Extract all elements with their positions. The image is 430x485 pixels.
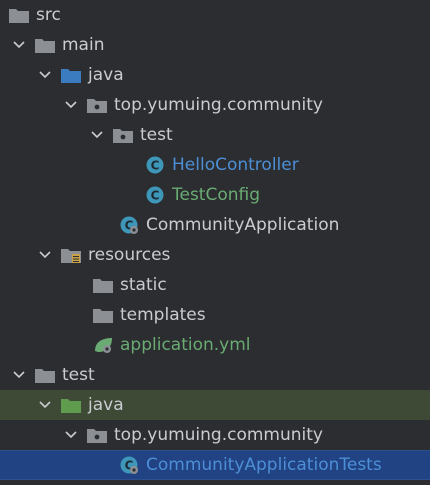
chevron-down-icon[interactable] bbox=[10, 36, 28, 54]
svg-text:C: C bbox=[151, 189, 160, 203]
source-folder-icon bbox=[60, 65, 82, 85]
tree-node-package-test[interactable]: test bbox=[0, 120, 430, 150]
package-icon bbox=[112, 125, 134, 145]
chevron-down-icon[interactable] bbox=[36, 396, 54, 414]
tree-node-test[interactable]: test bbox=[0, 360, 430, 390]
tree-node-label: CommunityApplication bbox=[146, 215, 340, 235]
folder-icon bbox=[8, 5, 30, 25]
chevron-down-icon[interactable] bbox=[88, 126, 106, 144]
svg-text:C: C bbox=[151, 159, 160, 173]
tree-node-package-test-root[interactable]: top.yumuing.community bbox=[0, 420, 430, 450]
tree-node-community-application[interactable]: C CommunityApplication bbox=[0, 210, 430, 240]
tree-node-label: HelloController bbox=[172, 155, 299, 175]
tree-node-templates[interactable]: templates bbox=[0, 300, 430, 330]
tree-node-label: top.yumuing.community bbox=[114, 425, 323, 445]
tree-node-java[interactable]: java bbox=[0, 60, 430, 90]
class-icon: C bbox=[144, 185, 166, 205]
resources-folder-icon bbox=[60, 245, 82, 265]
tree-node-label: test bbox=[140, 125, 173, 145]
package-icon bbox=[86, 425, 108, 445]
project-tree: src main java top.yumuing.community test… bbox=[0, 0, 430, 485]
tree-node-application-yml[interactable]: application.yml bbox=[0, 330, 430, 360]
chevron-down-icon[interactable] bbox=[62, 426, 80, 444]
tree-node-label: java bbox=[88, 395, 124, 415]
class-icon: C bbox=[144, 155, 166, 175]
tree-node-main[interactable]: main bbox=[0, 30, 430, 60]
tree-node-label: top.yumuing.community bbox=[114, 95, 323, 115]
tree-node-label: templates bbox=[120, 305, 206, 325]
package-icon bbox=[86, 95, 108, 115]
spring-boot-class-icon: C bbox=[118, 215, 140, 235]
tree-node-label: application.yml bbox=[120, 335, 251, 355]
tree-node-label: src bbox=[36, 5, 61, 25]
tree-node-src[interactable]: src bbox=[0, 0, 430, 30]
tree-node-label: test bbox=[62, 365, 95, 385]
tree-node-static[interactable]: static bbox=[0, 270, 430, 300]
tree-node-label: resources bbox=[88, 245, 171, 265]
tree-node-community-application-tests[interactable]: C CommunityApplicationTests bbox=[0, 450, 430, 480]
tree-node-label: main bbox=[62, 35, 105, 55]
test-source-folder-icon bbox=[60, 395, 82, 415]
tree-node-label: TestConfig bbox=[172, 185, 261, 205]
folder-icon bbox=[92, 275, 114, 295]
chevron-down-icon[interactable] bbox=[62, 96, 80, 114]
spring-config-icon bbox=[92, 335, 114, 355]
tree-node-test-java[interactable]: java bbox=[0, 390, 430, 420]
folder-icon bbox=[92, 305, 114, 325]
tree-node-hello-controller[interactable]: C HelloController bbox=[0, 150, 430, 180]
tree-node-package-main[interactable]: top.yumuing.community bbox=[0, 90, 430, 120]
chevron-down-icon[interactable] bbox=[10, 366, 28, 384]
chevron-down-icon[interactable] bbox=[36, 246, 54, 264]
tree-node-label: java bbox=[88, 65, 124, 85]
chevron-down-icon[interactable] bbox=[36, 66, 54, 84]
tree-node-test-config[interactable]: C TestConfig bbox=[0, 180, 430, 210]
folder-icon bbox=[34, 35, 56, 55]
folder-icon bbox=[34, 365, 56, 385]
tree-node-resources[interactable]: resources bbox=[0, 240, 430, 270]
test-class-icon: C bbox=[118, 455, 140, 475]
tree-node-label: CommunityApplicationTests bbox=[146, 455, 382, 475]
tree-node-label: static bbox=[120, 275, 167, 295]
